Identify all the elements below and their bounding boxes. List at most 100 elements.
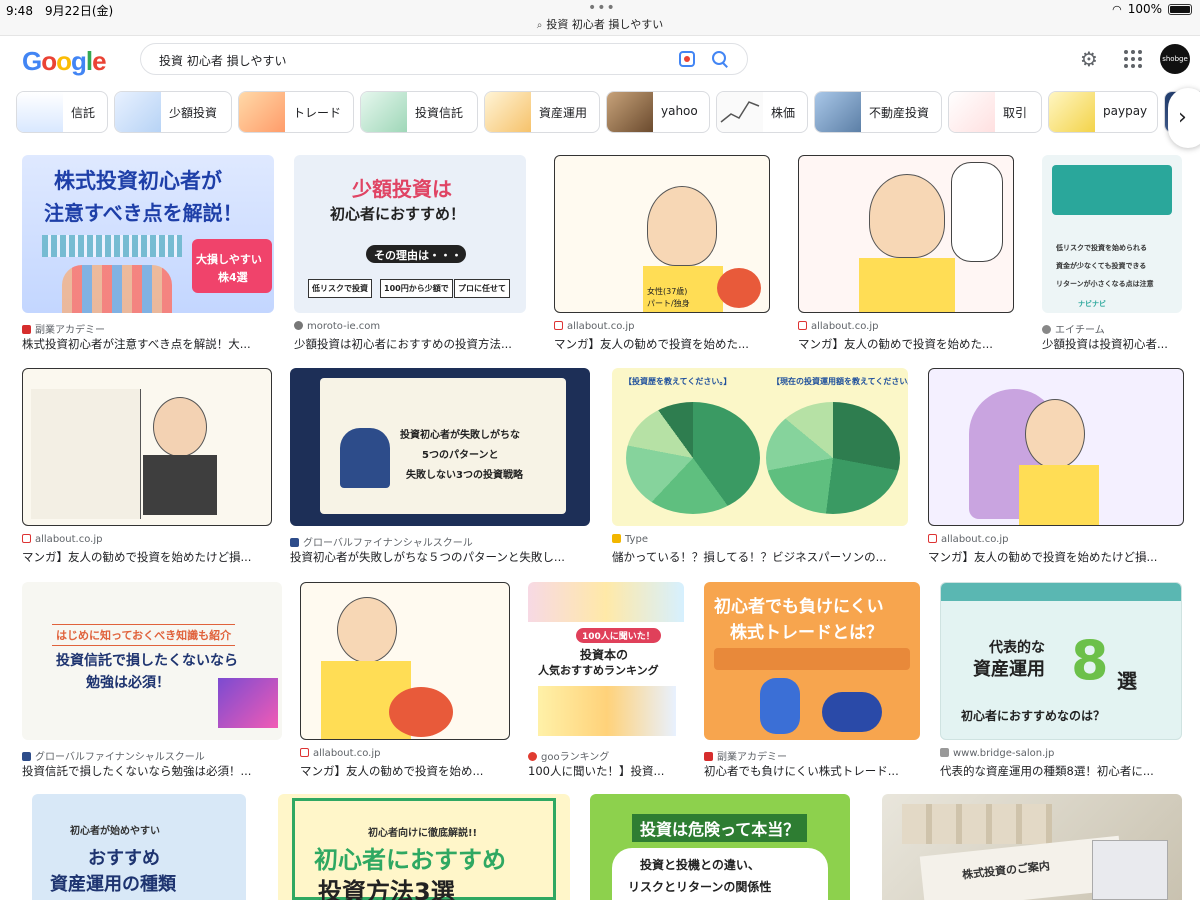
result-title[interactable]: 初心者でも負けにくい株式トレード... [704, 763, 920, 779]
result-title[interactable]: マンガ】友人の勧めで投資を始めたけど損... [22, 549, 272, 565]
chip-kabuka[interactable]: 株価 [716, 91, 808, 133]
manga-image[interactable]: 女性(37歳) パート/独身 [554, 155, 770, 313]
result-title[interactable]: 代表的な資産運用の種類8選！初心者に... [940, 763, 1184, 779]
google-lens-icon[interactable] [679, 51, 695, 67]
chip-trade[interactable]: トレード [238, 91, 354, 133]
result-card[interactable]: allabout.co.jp マンガ】友人の勧めで投資を始めた... [798, 155, 1018, 352]
result-image[interactable]: 株式投資初心者が 注意すべき点を解説！ 大損しやすい 株4選 [22, 155, 274, 313]
address-bar[interactable]: ⌕ 投資 初心者 損しやすい [0, 16, 1200, 32]
result-card[interactable]: 投資初心者が失敗しがちな 5つのパターンと 失敗しない3つの投資戦略 グローバル… [290, 368, 590, 565]
result-image[interactable]: 株式投資のご案内 [882, 794, 1182, 900]
manga-image[interactable] [22, 368, 272, 526]
result-title[interactable]: 100人に聞いた！】投資... [528, 763, 686, 779]
search-header: Google 投資 初心者 損しやすい ⚙ shobge [0, 36, 1200, 82]
result-title[interactable]: 株式投資初心者が注意すべき点を解説！大... [22, 336, 274, 352]
result-title[interactable]: マンガ】友人の勧めで投資を始めた... [554, 336, 764, 352]
result-title[interactable]: 少額投資は初心者におすすめの投資方法... [294, 336, 530, 352]
site-favicon [704, 752, 713, 761]
chevron-right-icon[interactable]: › [1168, 88, 1200, 148]
pie-chart-left [626, 402, 760, 514]
chip-torihiki[interactable]: 取引 [948, 91, 1042, 133]
result-card[interactable]: 100人に聞いた！ 投資本の 人気おすすめランキング gooランキング 100人… [528, 582, 686, 779]
mascot-character [389, 687, 453, 737]
status-right: ◠ 100% [1112, 2, 1192, 16]
google-logo[interactable]: Google [22, 46, 107, 77]
search-button-icon[interactable] [711, 50, 729, 68]
chip-shisan[interactable]: 資産運用 [484, 91, 600, 133]
result-title[interactable]: 少額投資は投資初心者... [1042, 336, 1182, 352]
result-card[interactable]: 少額投資は 初心者におすすめ！ その理由は・・・ 低リスクで投資 100円から少… [294, 155, 530, 352]
chip-paypay[interactable]: paypay [1048, 91, 1158, 133]
chip-toshin[interactable]: 投資信託 [360, 91, 478, 133]
manga-image[interactable] [798, 155, 1014, 313]
multitask-dots[interactable]: ••• [588, 0, 616, 16]
site-favicon [1042, 325, 1051, 334]
result-image[interactable]: 初心者が始めやすい おすすめ 資産運用の種類 [32, 794, 246, 900]
result-title[interactable]: 投資初心者が失敗しがちな５つのパターンと失敗し... [290, 549, 590, 565]
site-favicon [528, 752, 537, 761]
related-search-chips: 信託 少額投資 トレード 投資信託 資産運用 yahoo 株価 不動産投資 取引… [16, 91, 1200, 135]
site-favicon [22, 325, 31, 334]
result-image[interactable]: 初心者向けに徹底解説!! 初心者におすすめ 投資方法3選 [278, 794, 570, 900]
result-title[interactable]: マンガ】友人の勧めで投資を始めた... [798, 336, 1008, 352]
result-image[interactable]: 【投資歴を教えてください。】 【現在の投資運用額を教えてください。】 [612, 368, 908, 526]
chart-thumbnail-icon [720, 101, 760, 123]
manga-clothes [143, 455, 217, 515]
manga-character [153, 397, 207, 457]
manga-panel [31, 389, 141, 519]
chip-fudosan[interactable]: 不動産投資 [814, 91, 942, 133]
chart-illustration [218, 678, 278, 728]
chip-thumbnail [485, 92, 531, 132]
result-card[interactable]: allabout.co.jp マンガ】友人の勧めで投資を始めたけど損... [928, 368, 1184, 565]
search-input[interactable]: 投資 初心者 損しやすい [159, 52, 287, 69]
manga-image[interactable] [300, 582, 510, 740]
result-image[interactable]: 投資は危険って本当？ 投資と投機との違い、 リスクとリターンの関係性 [590, 794, 850, 900]
result-card[interactable]: 初心者が始めやすい おすすめ 資産運用の種類 [32, 794, 246, 900]
result-image[interactable]: 初心者でも負けにくい 株式トレードとは？ [704, 582, 920, 740]
bull-illustration [760, 678, 800, 734]
result-title[interactable]: マンガ】友人の勧めで投資を始めたけど損... [928, 549, 1184, 565]
site-favicon [22, 534, 31, 543]
result-card[interactable]: 株式投資のご案内 [882, 794, 1182, 900]
result-image[interactable]: はじめに知っておくべき知識も紹介 投資信託で損したくないなら 勉強は必須！ [22, 582, 282, 740]
result-card[interactable]: はじめに知っておくべき知識も紹介 投資信託で損したくないなら 勉強は必須！ グロ… [22, 582, 282, 779]
book-covers-strip [528, 582, 684, 622]
result-card[interactable]: allabout.co.jp マンガ】友人の勧めで投資を始め... [300, 582, 510, 779]
search-box[interactable]: 投資 初心者 損しやすい [140, 43, 748, 75]
result-source: allabout.co.jp [798, 321, 878, 332]
result-image[interactable]: 低リスクで投資を始められる 資金が少なくても投資できる リターンが小さくなる点は… [1042, 155, 1182, 313]
result-image[interactable]: 代表的な 資産運用 8 選 初心者におすすめなのは？ [940, 582, 1182, 740]
battery-icon [1168, 3, 1192, 15]
result-source: 副業アカデミー [22, 321, 105, 336]
result-image[interactable]: 少額投資は 初心者におすすめ！ その理由は・・・ 低リスクで投資 100円から少… [294, 155, 526, 313]
chip-yahoo[interactable]: yahoo [606, 91, 710, 133]
result-card[interactable]: 【投資歴を教えてください。】 【現在の投資運用額を教えてください。】 Type … [612, 368, 908, 565]
result-image[interactable]: 投資初心者が失敗しがちな 5つのパターンと 失敗しない3つの投資戦略 [290, 368, 590, 526]
result-title[interactable]: マンガ】友人の勧めで投資を始め... [300, 763, 506, 779]
gear-icon[interactable]: ⚙ [1078, 48, 1100, 70]
manga-clothes [1019, 465, 1099, 525]
avatar[interactable]: shobge [1160, 44, 1190, 74]
result-card[interactable]: 女性(37歳) パート/独身 allabout.co.jp マンガ】友人の勧めで… [554, 155, 774, 352]
apps-grid-icon[interactable] [1124, 50, 1142, 68]
result-card[interactable]: 低リスクで投資を始められる 資金が少なくても投資できる リターンが小さくなる点は… [1042, 155, 1182, 352]
result-card[interactable]: 初心者向けに徹底解説!! 初心者におすすめ 投資方法3選 [278, 794, 570, 900]
status-bar: 9:48 9月22日(金) ••• ⌕ 投資 初心者 損しやすい ◠ 100% [0, 0, 1200, 36]
result-card[interactable]: allabout.co.jp マンガ】友人の勧めで投資を始めたけど損... [22, 368, 272, 565]
chip-thumbnail [361, 92, 407, 132]
result-card[interactable]: 代表的な 資産運用 8 選 初心者におすすめなのは？ www.bridge-sa… [940, 582, 1184, 779]
result-source: エイチーム [1042, 321, 1105, 336]
chip-shogaku[interactable]: 少額投資 [114, 91, 232, 133]
chip-thumbnail [607, 92, 653, 132]
chip-shintaku[interactable]: 信託 [16, 91, 108, 133]
result-title[interactable]: 投資信託で損したくないなら勉強は必須！... [22, 763, 278, 779]
result-source: allabout.co.jp [300, 748, 380, 759]
result-card[interactable]: 株式投資初心者が 注意すべき点を解説！ 大損しやすい 株4選 副業アカデミー 株… [22, 155, 274, 352]
result-image[interactable]: 100人に聞いた！ 投資本の 人気おすすめランキング [528, 582, 684, 740]
manga-image[interactable] [928, 368, 1184, 526]
site-favicon [612, 534, 621, 543]
result-card[interactable]: 投資は危険って本当？ 投資と投機との違い、 リスクとリターンの関係性 [590, 794, 850, 900]
result-title[interactable]: 儲かっている！？損してる！？ビジネスパーソンの... [612, 549, 908, 565]
result-source: moroto-ie.com [294, 321, 380, 332]
result-card[interactable]: 初心者でも負けにくい 株式トレードとは？ 副業アカデミー 初心者でも負けにくい株… [704, 582, 922, 779]
